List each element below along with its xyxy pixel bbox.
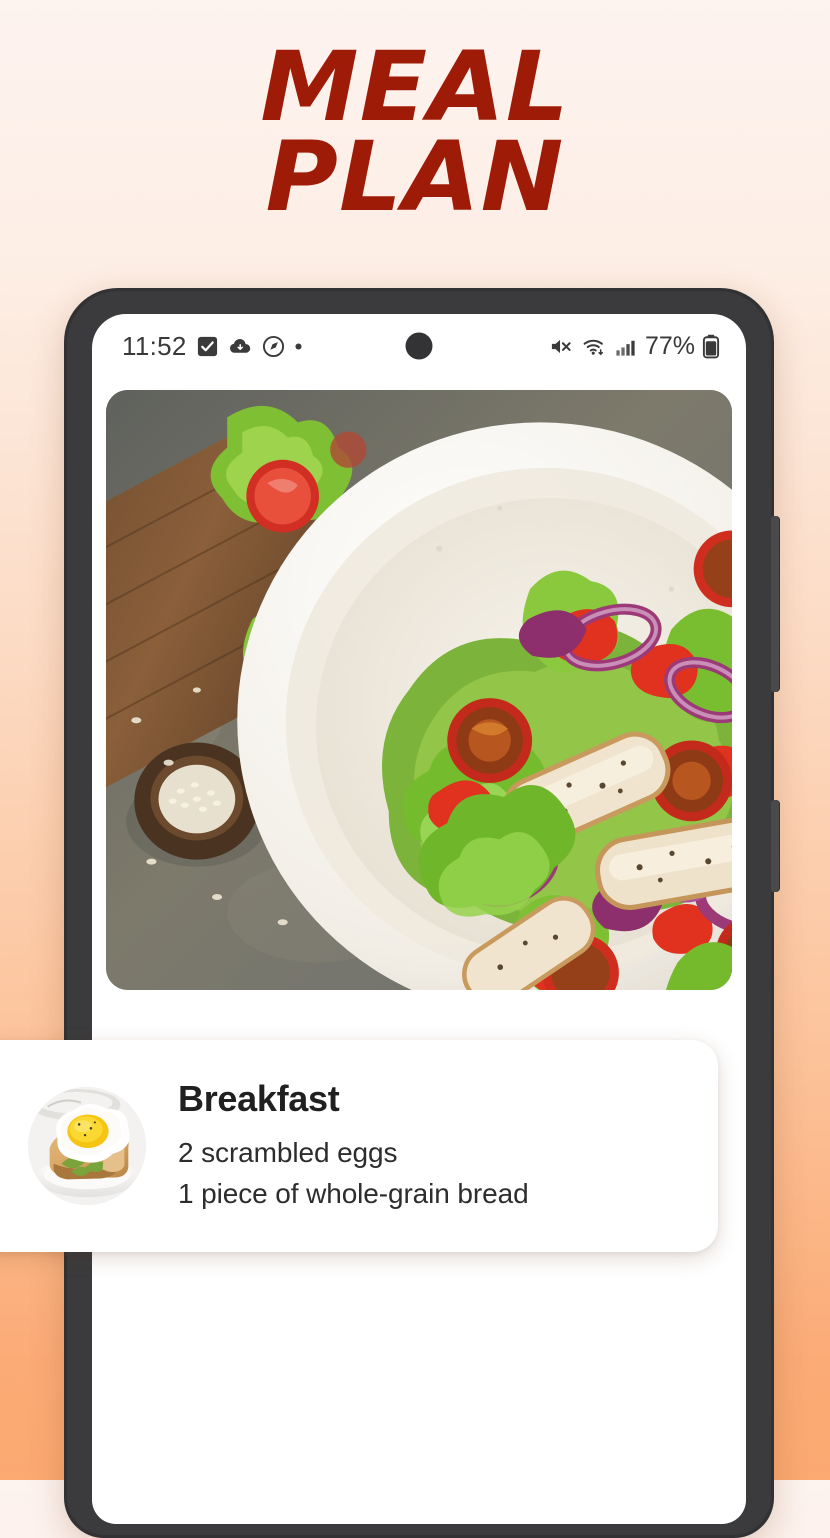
chicken-salad-bowl-illustration <box>106 390 732 990</box>
wifi-icon <box>581 335 607 358</box>
signal-bars-icon <box>614 335 638 358</box>
status-bar-clock: 11:52 <box>122 330 187 361</box>
breakfast-line-2: 1 piece of whole-grain bread <box>178 1177 529 1209</box>
front-camera-punch-hole <box>405 332 433 360</box>
mute-icon <box>548 335 574 358</box>
breakfast-title: Breakfast <box>178 1077 340 1119</box>
status-bar-right: 77% <box>548 332 720 361</box>
status-bar: 11:52 77% <box>92 314 746 378</box>
egg-on-toast-illustration <box>28 1087 146 1205</box>
battery-percentage-label: 77% <box>644 331 695 360</box>
hero-photo-wrapper <box>92 378 746 990</box>
poster-title-line-1: MEAL <box>260 31 570 143</box>
volume-rocker-button[interactable] <box>771 516 780 692</box>
breakfast-text-block: Breakfast 2 scrambled eggs 1 piece of wh… <box>178 1078 529 1214</box>
cloud-download-icon <box>228 335 253 358</box>
dot-icon <box>294 342 303 351</box>
hero-meal-photo[interactable] <box>106 390 732 990</box>
poster-title: MEAL PLAN <box>0 31 830 234</box>
status-bar-left: 11:52 <box>122 331 303 362</box>
phone-mockup: 11:52 77% <box>64 288 780 1538</box>
meal-card-breakfast[interactable]: Breakfast 2 scrambled eggs 1 piece of wh… <box>0 1040 718 1252</box>
battery-icon <box>702 334 720 359</box>
power-button[interactable] <box>771 800 780 892</box>
phone-screen: 11:52 77% <box>92 314 746 1524</box>
breakfast-line-1: 2 scrambled eggs <box>178 1136 398 1168</box>
poster-title-line-2: PLAN <box>265 121 565 234</box>
checkbox-checked-icon <box>196 335 219 358</box>
breakfast-thumbnail <box>28 1087 146 1205</box>
rocket-icon <box>262 335 285 358</box>
